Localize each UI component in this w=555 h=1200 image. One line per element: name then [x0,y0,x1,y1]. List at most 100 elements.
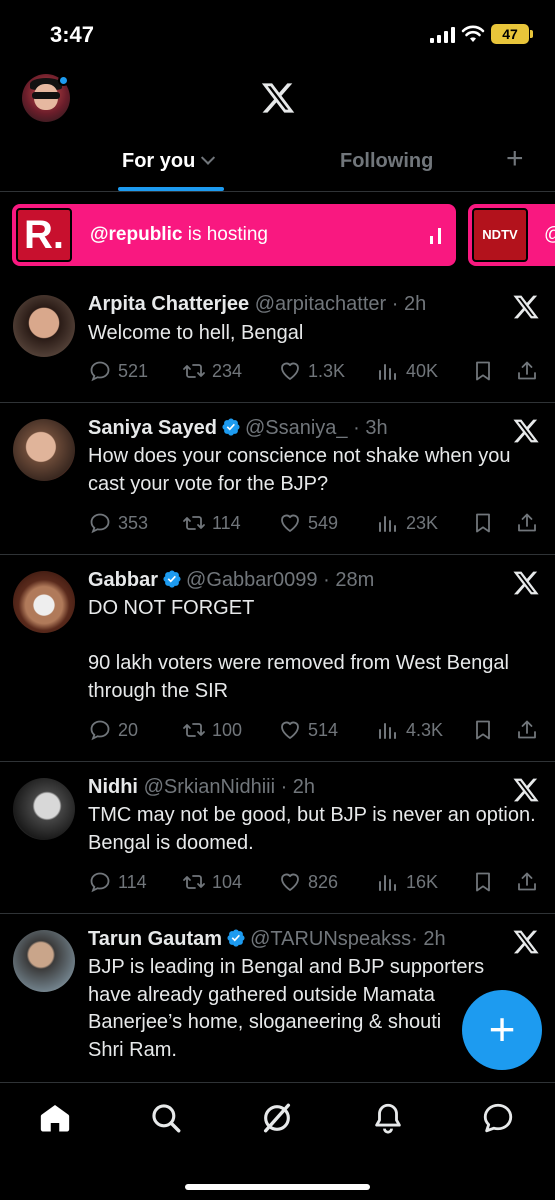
heart-icon [281,873,299,891]
views-button[interactable]: 40K [376,358,438,384]
author-name[interactable]: Gabbar [88,569,158,591]
retweet-count: 234 [212,361,243,381]
tweet[interactable]: Nidhi @SrkianNidhiii · 2h TMC may not be… [0,762,555,914]
search-icon[interactable] [149,1101,183,1135]
tweet-actions: 20 100 514 4.3K [88,717,543,743]
retweet-count: 100 [212,720,243,740]
share-icon[interactable] [515,870,539,894]
views-chart-icon [379,516,396,532]
timeline-tabs: For you Following + [0,140,555,192]
reply-button[interactable]: 353 [88,510,148,536]
tweet-time: · 3h [353,417,388,439]
tweet-header: Saniya Sayed @Ssaniya_ · 3h [88,417,388,440]
x-logo-icon[interactable] [512,569,540,597]
author-name[interactable]: Arpita Chatterjee [88,293,249,315]
view-count: 23K [406,513,439,533]
tweet-time: · 28m [323,569,375,591]
tweet[interactable]: Arpita Chatterjee @arpitachatter · 2h We… [0,279,555,403]
tab-following[interactable]: Following [340,150,433,173]
author-name[interactable]: Saniya Sayed [88,417,217,439]
view-count: 40K [406,361,439,381]
space-host-handle: @republic [90,224,183,245]
tweet[interactable]: Saniya Sayed @Ssaniya_ · 3h How does your… [0,403,555,555]
x-logo-icon[interactable] [512,776,540,804]
battery-icon: 47 [491,24,533,44]
author-handle[interactable]: @Ssaniya_ [245,417,348,439]
avatar[interactable] [13,778,75,840]
views-chart-icon [379,875,396,891]
views-chart-icon [379,364,396,380]
author-name[interactable]: Tarun Gautam [88,928,222,950]
signal-icon [430,27,456,43]
tweet-actions: 353 114 549 23K [88,510,543,536]
avatar[interactable] [13,930,75,992]
home-indicator [185,1184,370,1190]
wifi-icon [461,25,485,42]
avatar[interactable] [13,419,75,481]
bookmark-icon[interactable] [471,359,495,383]
compose-post-button[interactable]: + [462,990,542,1070]
x-logo-icon[interactable] [512,417,540,445]
like-button[interactable]: 549 [278,510,338,536]
author-handle[interactable]: @arpitachatter [255,293,386,315]
like-button[interactable]: 1.3K [278,358,345,384]
share-icon[interactable] [515,511,539,535]
tab-for-you[interactable]: For you [122,150,216,173]
status-bar: 3:47 47 [0,0,555,60]
bookmark-icon[interactable] [471,511,495,535]
retweet-button[interactable]: 104 [182,869,242,895]
author-handle[interactable]: @SrkianNidhiii [144,776,275,798]
avatar[interactable] [13,295,75,357]
grok-icon[interactable] [260,1101,294,1135]
views-button[interactable]: 16K [376,869,438,895]
like-button[interactable]: 514 [278,717,338,743]
reply-button[interactable]: 521 [88,358,148,384]
chevron-down-icon[interactable] [201,150,216,165]
messages-icon[interactable] [481,1101,515,1135]
retweet-icon [183,364,205,378]
like-button[interactable]: 826 [278,869,338,895]
verified-badge-icon [227,929,245,947]
like-count: 514 [308,720,339,740]
tweet-text: TMC may not be good, but BJP is never an… [88,804,542,854]
retweet-button[interactable]: 100 [182,717,242,743]
share-icon[interactable] [515,359,539,383]
heart-icon [281,514,299,532]
retweet-icon [183,723,205,737]
bookmark-icon[interactable] [471,718,495,742]
x-logo-icon[interactable] [260,80,296,116]
share-icon[interactable] [515,718,539,742]
reply-button[interactable]: 20 [88,717,138,743]
avatar[interactable] [13,571,75,633]
author-handle[interactable]: @TARUNspeakss [250,928,411,950]
reply-button[interactable]: 114 [88,869,147,895]
notifications-bell-icon[interactable] [371,1101,405,1135]
space-card-ndtv[interactable]: NDTV @ [468,204,555,266]
view-count: 16K [406,872,439,892]
tweet-text: BJP is leading in Bengal and BJP support… [88,956,485,1061]
tweet-time: · 2h [411,928,446,950]
x-logo-icon[interactable] [512,293,540,321]
tab-for-you-label: For you [122,150,196,172]
reply-icon [90,513,110,534]
reply-count: 114 [118,872,147,892]
tweet-text: DO NOT FORGET 90 lakh voters were remove… [88,597,509,702]
tweet-text: Welcome to hell, Bengal [88,322,304,344]
space-host-logo: R. [16,208,72,262]
space-host-handle: @ [544,224,555,246]
bookmark-icon[interactable] [471,870,495,894]
author-name[interactable]: Nidhi [88,776,138,798]
tweet[interactable]: Gabbar @Gabbar0099 · 28m DO NOT FORGET 90… [0,555,555,762]
like-count: 1.3K [308,361,346,381]
author-handle[interactable]: @Gabbar0099 [186,569,318,591]
retweet-button[interactable]: 114 [182,510,241,536]
retweet-button[interactable]: 234 [182,358,242,384]
space-card-republic[interactable]: R. @republic is hosting [12,204,456,266]
views-button[interactable]: 4.3K [376,717,443,743]
x-logo-icon[interactable] [512,928,540,956]
tweet[interactable]: Tarun Gautam @TARUNspeakss· 2h BJP is lea… [0,914,555,1084]
tweet-text: How does your conscience not shake when … [88,445,517,495]
add-tab-button[interactable]: + [506,144,524,174]
home-icon[interactable] [38,1101,72,1135]
views-button[interactable]: 23K [376,510,438,536]
